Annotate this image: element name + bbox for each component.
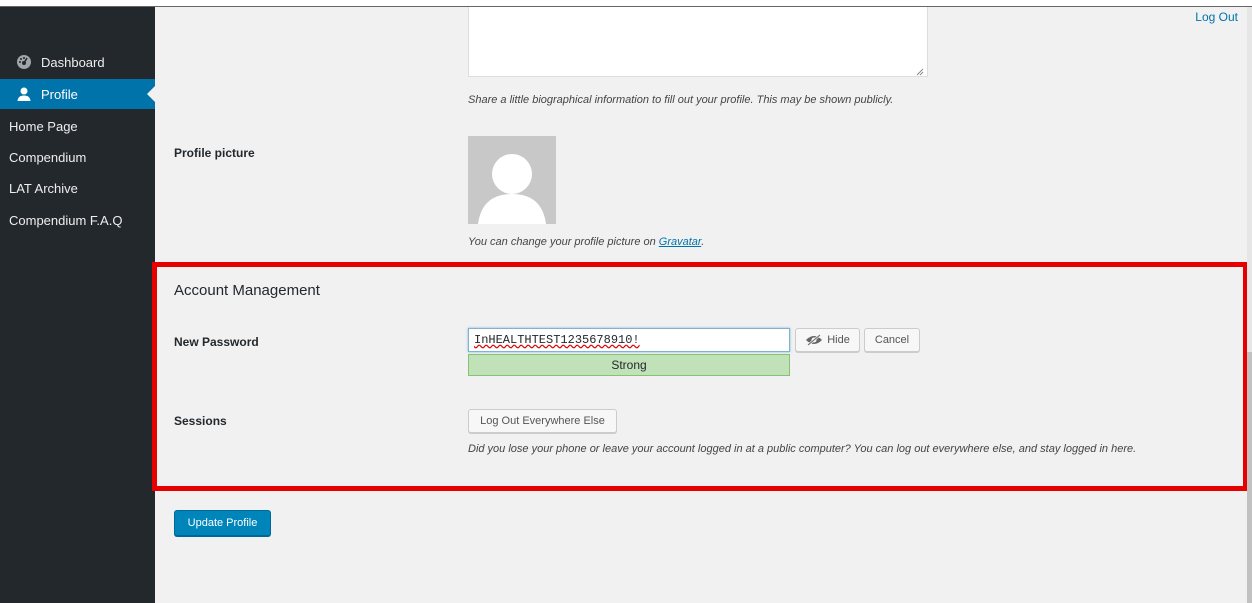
new-password-input[interactable]: InHEALTHTEST1235678910! <box>468 328 790 352</box>
logout-link[interactable]: Log Out <box>1195 10 1238 24</box>
sessions-description: Did you lose your phone or leave your ac… <box>468 443 1137 455</box>
top-border <box>0 0 1252 7</box>
eye-slash-icon <box>805 334 823 346</box>
scrollbar[interactable] <box>1247 7 1252 603</box>
password-value: InHEALTHTEST1235678910! <box>474 333 640 347</box>
sidebar-item-lat-archive[interactable]: LAT Archive <box>0 173 155 203</box>
sidebar-item-profile[interactable]: Profile <box>0 79 155 109</box>
scrollbar-thumb[interactable] <box>1247 352 1252 603</box>
profile-picture-description-text: You can change your profile picture on <box>468 236 659 248</box>
sidebar-item-label: Dashboard <box>41 54 105 70</box>
sidebar-item-dashboard[interactable]: Dashboard <box>0 47 155 77</box>
hide-label: Hide <box>827 334 850 346</box>
profile-picture-label: Profile picture <box>174 146 255 160</box>
dashboard-icon <box>16 54 32 70</box>
password-strength-meter: Strong <box>468 354 790 376</box>
update-profile-button[interactable]: Update Profile <box>174 510 271 536</box>
user-icon <box>16 86 32 102</box>
sessions-label: Sessions <box>174 414 227 428</box>
sidebar-item-home-page[interactable]: Home Page <box>0 111 155 141</box>
new-password-label: New Password <box>174 335 259 349</box>
biographical-info-textarea[interactable] <box>468 7 928 77</box>
avatar <box>468 136 556 224</box>
sidebar-item-label: Home Page <box>9 118 78 134</box>
sidebar-item-label: Compendium F.A.Q <box>9 212 123 228</box>
cancel-button[interactable]: Cancel <box>864 328 920 352</box>
sidebar-item-compendium-faq[interactable]: Compendium F.A.Q <box>0 205 155 235</box>
sidebar-item-compendium[interactable]: Compendium <box>0 142 155 172</box>
bio-description: Share a little biographical information … <box>468 94 894 106</box>
account-management-heading: Account Management <box>174 282 320 299</box>
resize-grip-icon[interactable] <box>916 65 924 76</box>
gravatar-link[interactable]: Gravatar <box>659 236 701 248</box>
sidebar-item-label: Compendium <box>9 149 87 165</box>
profile-picture-description-suffix: . <box>701 236 705 248</box>
hide-password-button[interactable]: Hide <box>795 328 860 352</box>
sidebar-item-label: LAT Archive <box>9 180 78 196</box>
sidebar-item-label: Profile <box>41 86 78 102</box>
admin-sidebar: Dashboard Profile Home Page Compendium L… <box>0 7 155 603</box>
profile-picture-description: You can change your profile picture on G… <box>468 236 704 248</box>
log-out-everywhere-else-button[interactable]: Log Out Everywhere Else <box>468 409 617 433</box>
